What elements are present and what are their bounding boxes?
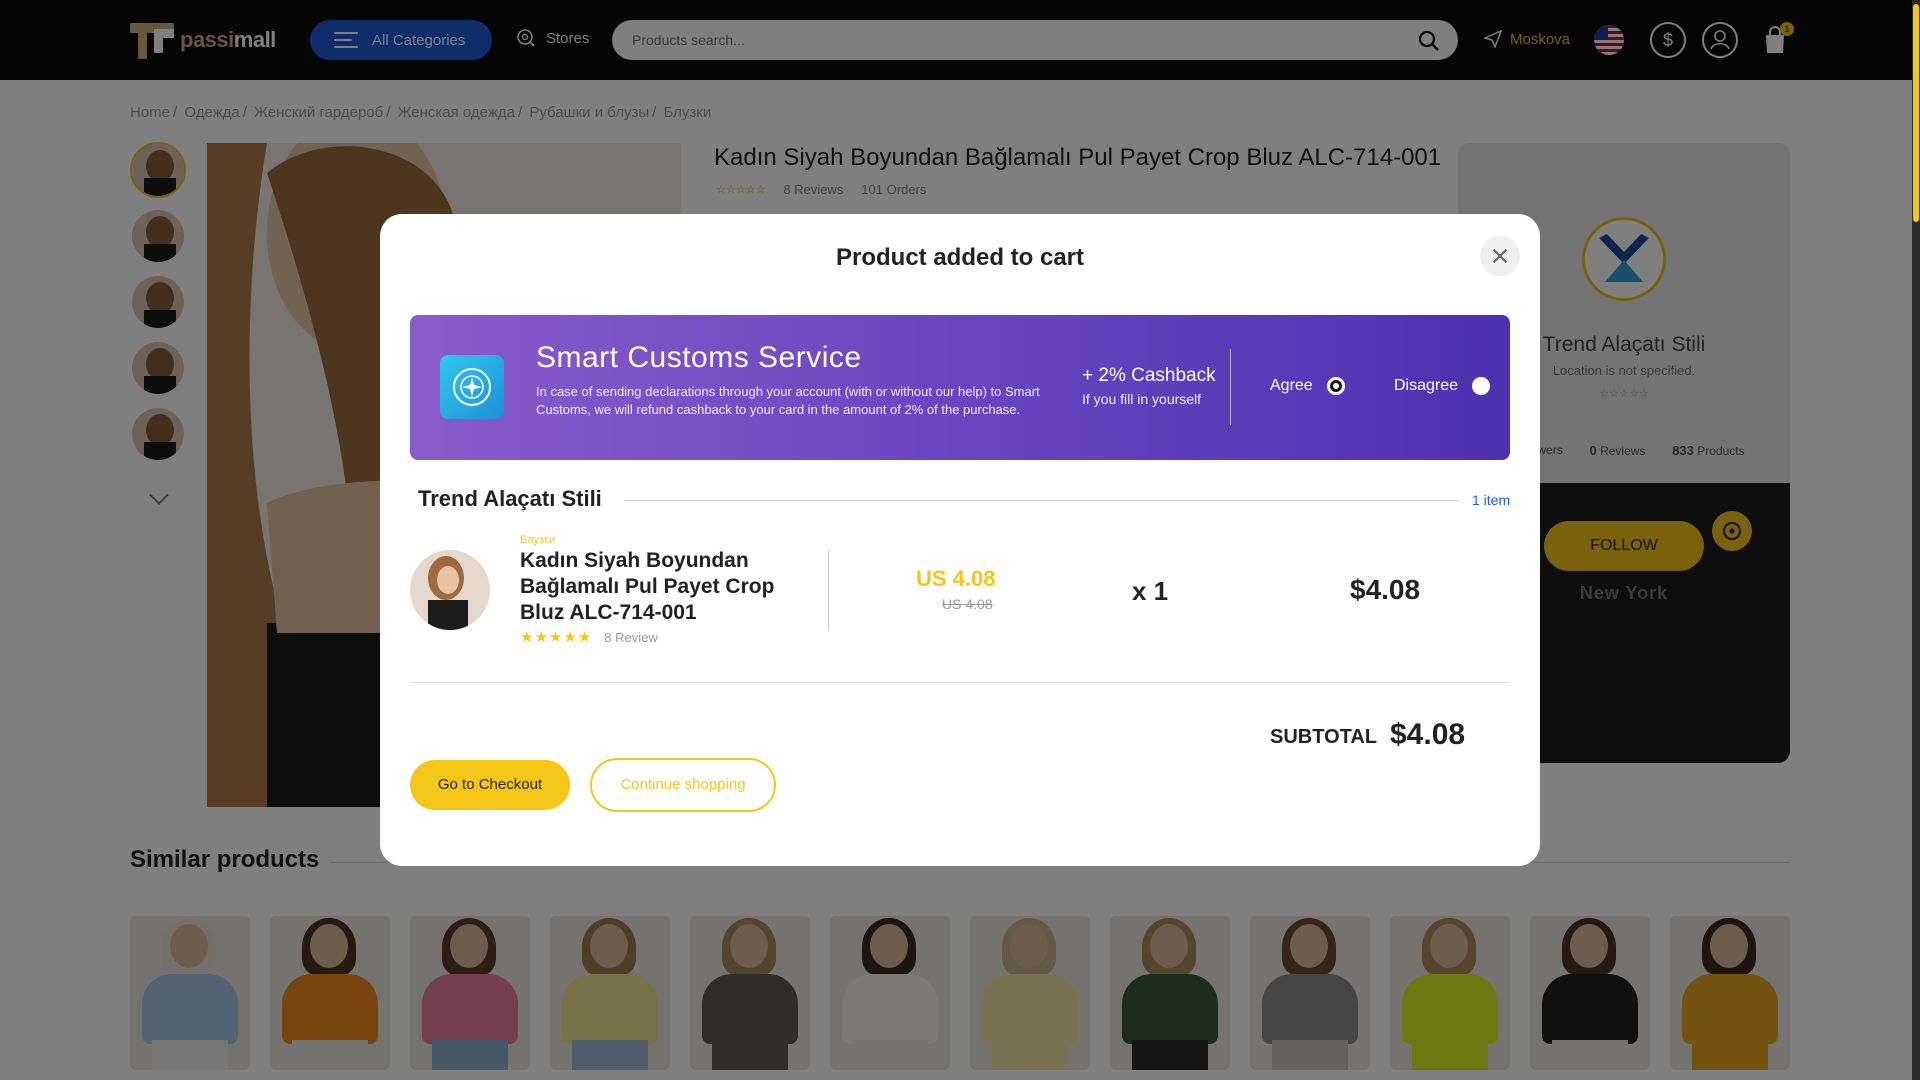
cart-item-old-price: US 4.08 [942,596,993,612]
divider [1230,349,1231,425]
smart-customs-banner: Smart Customs Service In case of sending… [410,315,1510,460]
cart-item-total: $4.08 [1350,574,1421,605]
subtotal-value: $4.08 [1390,718,1466,751]
cart-item-image[interactable] [410,550,490,630]
disagree-radio[interactable] [1472,377,1491,395]
divider [828,550,829,630]
cashback-label: + 2% Cashback [1082,365,1216,386]
disagree-option[interactable]: Disagree [1394,377,1491,395]
cashback-sublabel: If you fill in yourself [1082,391,1202,407]
cart-item-rating: ★★★★★ 8 Review [520,628,658,646]
scrollbar-thumb[interactable] [1913,4,1919,222]
agree-label: Agree [1270,377,1313,394]
added-to-cart-modal: Product added to cart Smart Customs Serv… [380,214,1540,866]
agree-option[interactable]: Agree [1270,377,1345,395]
divider [410,682,1510,683]
disagree-label: Disagree [1394,377,1459,394]
customs-service-icon [440,355,504,419]
divider [624,500,1458,501]
cart-item-price: US 4.08 [916,566,996,591]
item-count: 1 item [1472,492,1511,508]
customs-title: Smart Customs Service [536,341,862,374]
agree-radio[interactable] [1326,377,1345,395]
go-to-checkout-button[interactable]: Go to Checkout [410,760,570,810]
rating-stars: ★★★★★ [520,629,593,646]
cart-item-category[interactable]: Блузки [520,534,555,546]
continue-shopping-button[interactable]: Continue shopping [590,758,776,812]
subtotal-label: SUBTOTAL [1270,726,1378,748]
seller-name[interactable]: Trend Alaçatı Stili [418,486,602,512]
cart-item-quantity: x 1 [1132,576,1169,606]
cart-item-reviews: 8 Review [604,629,658,645]
cart-item-name[interactable]: Kadın Siyah Boyundan Bağlamalı Pul Payet… [520,548,800,626]
customs-description: In case of sending declarations through … [536,384,1040,417]
modal-title: Product added to cart [835,244,1085,271]
close-icon[interactable] [1480,236,1520,276]
